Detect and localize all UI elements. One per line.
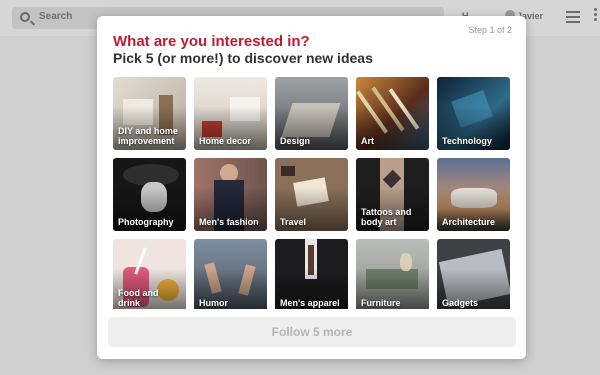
modal-title: What are you interested in? <box>113 33 310 50</box>
topic-tile-furniture[interactable]: Furniture <box>356 239 429 309</box>
topic-tile-art[interactable]: Art <box>356 77 429 150</box>
topic-tile-mens-fashion[interactable]: Men's fashion <box>194 158 267 231</box>
topic-label: Tattoos and body art <box>361 207 412 227</box>
follow-more-button[interactable]: Follow 5 more <box>108 317 516 347</box>
topic-label: Humor <box>199 298 228 308</box>
topic-grid: DIY and home improvement Home decor Desi… <box>113 77 513 309</box>
topic-label: Men's apparel <box>280 298 340 308</box>
topic-label: Photography <box>118 217 174 227</box>
topic-label: Design <box>280 136 311 146</box>
topic-label: Art <box>361 136 374 146</box>
topic-label: Men's fashion <box>199 217 259 227</box>
topic-tile-architecture[interactable]: Architecture <box>437 158 510 231</box>
topic-tile-home-decor[interactable]: Home decor <box>194 77 267 150</box>
topic-label: DIY and home improvement <box>118 126 178 146</box>
more-options-icon[interactable] <box>592 8 600 26</box>
topic-tile-humor[interactable]: Humor <box>194 239 267 309</box>
topic-tile-photography[interactable]: Photography <box>113 158 186 231</box>
topic-label: Architecture <box>442 217 496 227</box>
topic-tile-diy[interactable]: DIY and home improvement <box>113 77 186 150</box>
menu-icon[interactable] <box>566 11 580 23</box>
topic-tile-travel[interactable]: Travel <box>275 158 348 231</box>
topic-label: Food and drink <box>118 288 159 308</box>
search-placeholder: Search <box>39 11 73 22</box>
interests-modal: Step 1 of 2 What are you interested in? … <box>97 16 526 359</box>
topic-tile-tattoos[interactable]: Tattoos and body art <box>356 158 429 231</box>
topic-label: Furniture <box>361 298 401 308</box>
topic-tile-gadgets[interactable]: Gadgets <box>437 239 510 309</box>
topic-tile-food-drink[interactable]: Food and drink <box>113 239 186 309</box>
modal-subtitle: Pick 5 (or more!) to discover new ideas <box>113 50 373 66</box>
topic-label: Technology <box>442 136 492 146</box>
topic-label: Travel <box>280 217 307 227</box>
topic-tile-design[interactable]: Design <box>275 77 348 150</box>
modal-footer: Follow 5 more <box>97 311 526 359</box>
search-icon <box>20 12 30 22</box>
topic-tile-mens-apparel[interactable]: Men's apparel <box>275 239 348 309</box>
step-indicator: Step 1 of 2 <box>468 25 512 35</box>
topic-tile-technology[interactable]: Technology <box>437 77 510 150</box>
topic-label: Gadgets <box>442 298 479 308</box>
topic-label: Home decor <box>199 136 252 146</box>
